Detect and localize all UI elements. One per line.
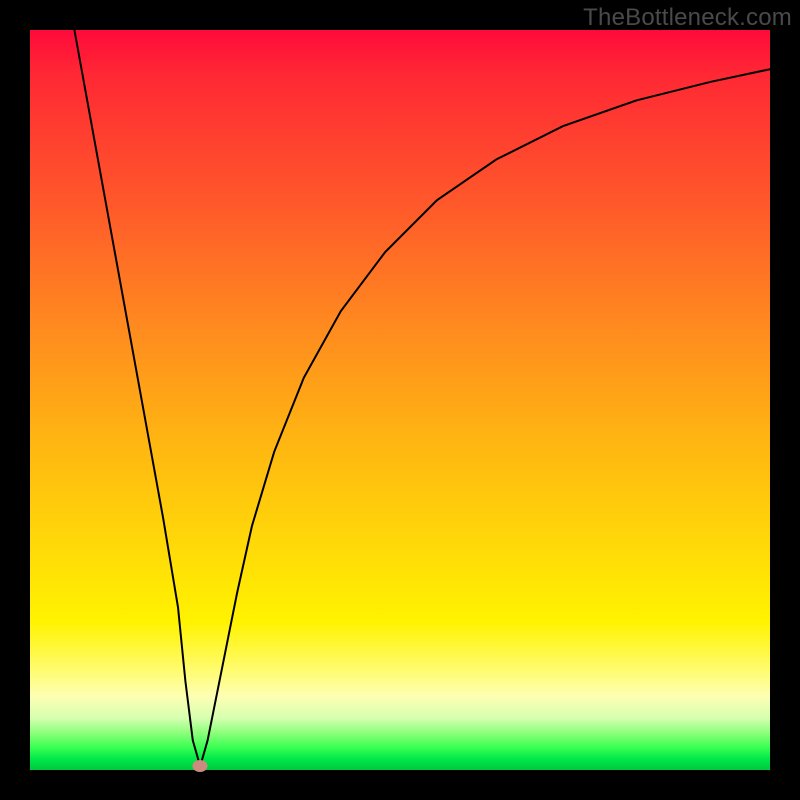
bottleneck-curve xyxy=(74,30,770,766)
optimum-marker xyxy=(193,760,208,772)
curve-svg xyxy=(30,30,770,770)
watermark-text: TheBottleneck.com xyxy=(583,4,792,32)
plot-area xyxy=(30,30,770,770)
chart-frame: TheBottleneck.com xyxy=(0,0,800,800)
